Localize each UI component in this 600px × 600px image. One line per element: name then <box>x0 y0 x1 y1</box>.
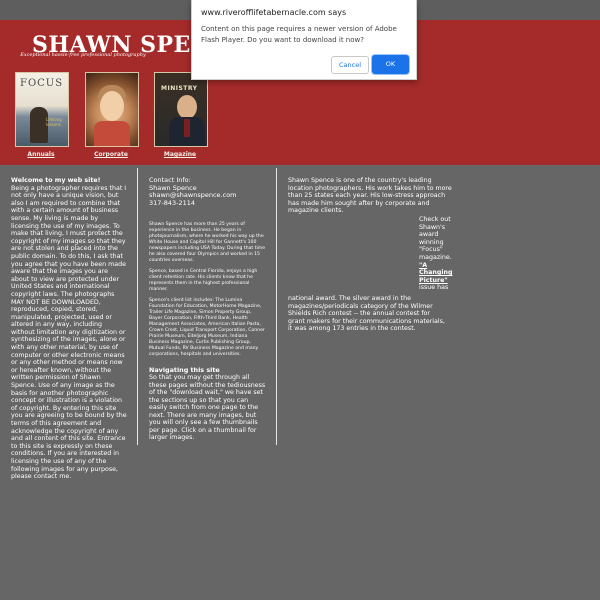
dialog-title: www.riverofflifetabernacle.com says <box>201 8 347 17</box>
about-column: Shawn Spence is one of the country's lea… <box>288 177 453 332</box>
cover-tie <box>184 119 190 137</box>
focus-callout-text: Check out Shawn's award winning "Focus" … <box>419 216 452 261</box>
bio-paragraph: Shawn Spence has more than 25 years of e… <box>149 222 266 264</box>
site-logo-tagline: Exceptional hassle-free professional pho… <box>20 52 146 58</box>
contact-phone: 317-843-2114 <box>149 198 196 207</box>
corporate-thumbnail[interactable] <box>85 72 139 147</box>
cancel-button[interactable]: Cancel <box>331 56 369 74</box>
column-divider <box>276 168 277 445</box>
welcome-heading: Welcome to my web site! <box>11 177 101 184</box>
cover-face <box>177 95 197 119</box>
award-text: national award. The silver award in the … <box>288 295 445 333</box>
ok-button[interactable]: OK <box>372 55 409 74</box>
bio-paragraph: Spence, based in Central Florida, enjoys… <box>149 269 258 293</box>
annuals-thumbnail[interactable]: FOCUS Lifelong lessons <box>15 72 69 147</box>
column-divider <box>137 168 138 445</box>
magazine-thumbnail[interactable]: MINISTRY <box>154 72 208 147</box>
cover-shirt <box>94 121 130 146</box>
navigation-heading: Navigating this site <box>149 366 220 375</box>
about-intro: Shawn Spence is one of the country's lea… <box>288 177 452 215</box>
cover-text: Lifelong lessons <box>46 117 62 127</box>
focus-callout: Check out Shawn's award winning "Focus" … <box>419 216 455 292</box>
focus-callout-text: issue has <box>419 284 449 292</box>
corporate-link[interactable]: Corporate <box>85 151 137 158</box>
cover-face <box>100 91 124 121</box>
copyright-text: Being a photographer requires that I not… <box>11 184 127 481</box>
magazine-link[interactable]: Magazine <box>154 151 206 158</box>
navigation-text: So that you may get through all these pa… <box>149 374 266 442</box>
dialog-message: Content on this page requires a newer ve… <box>201 25 397 44</box>
cover-masthead: MINISTRY <box>161 85 198 92</box>
contact-column: Contact Info: Shawn Spence shawn@shawnsp… <box>149 176 266 442</box>
changing-picture-link[interactable]: "A Changing Picture" <box>419 262 455 285</box>
client-list: Spence's client list includes: The Lumin… <box>149 298 265 358</box>
copyright-notice: Welcome to my web site! Being a photogra… <box>11 177 127 481</box>
cover-masthead: FOCUS <box>20 78 64 89</box>
annuals-link[interactable]: Annuals <box>15 151 67 158</box>
